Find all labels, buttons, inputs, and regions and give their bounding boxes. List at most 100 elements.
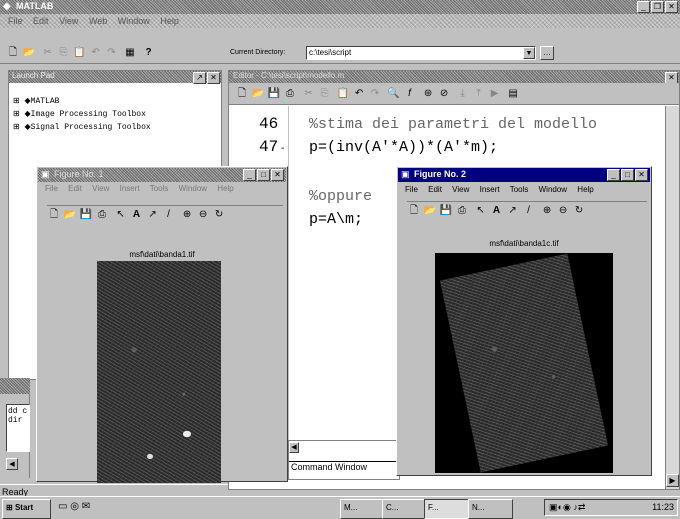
menu-tools[interactable]: Tools [150,184,169,193]
desktop-icon[interactable]: ▭ [58,501,67,512]
zoom-out-icon[interactable]: ⊖ [556,204,570,218]
menu-edit[interactable]: Edit [428,185,442,194]
browse-directory-button[interactable]: … [540,46,554,60]
insert-arrow-icon[interactable]: ↗ [146,208,160,222]
menu-file[interactable]: File [45,184,58,193]
redo-icon[interactable]: ↷ [105,46,119,60]
command-scroll-left-icon[interactable]: ◀ [289,442,299,453]
breakpoint-set-icon[interactable]: ⊛ [421,87,435,101]
open-file-icon[interactable]: 📂 [22,46,36,60]
close-icon[interactable]: ✕ [665,1,678,13]
maximize-icon[interactable]: □ [257,169,270,181]
taskbar-button-c[interactable]: C... [382,499,425,519]
function-icon[interactable]: f [403,87,417,101]
new-file-icon[interactable]: 🗋 [235,87,249,101]
breakpoint-clear-icon[interactable]: ⊘ [437,87,451,101]
menu-file[interactable]: File [405,185,418,194]
menu-tools[interactable]: Tools [510,185,529,194]
menu-edit[interactable]: Edit [33,16,49,26]
command-history-list[interactable]: dd c dir [6,404,30,452]
zoom-out-icon[interactable]: ⊖ [196,208,210,222]
stack-icon[interactable]: ▤ [506,87,520,101]
open-file-icon[interactable]: 📂 [423,204,437,218]
print-icon[interactable]: ⎙ [283,87,297,101]
menu-help[interactable]: Help [217,184,233,193]
paste-icon[interactable]: 📋 [336,87,350,101]
maximize-icon[interactable]: ❐ [651,1,664,13]
tray-icon[interactable]: ◉ [563,502,571,512]
close-icon[interactable]: ✕ [271,169,284,181]
menu-view[interactable]: View [92,184,109,193]
browser-icon[interactable]: ◎ [70,501,79,512]
undock-icon[interactable]: ↗ [193,72,206,84]
main-title-bar[interactable]: ◆ MATLAB _ ❐ ✕ [0,0,680,14]
copy-icon[interactable]: ⎘ [318,87,332,101]
current-directory-input[interactable]: c:\tesi\script ▼ [306,46,536,60]
paste-icon[interactable]: 📋 [73,46,87,60]
command-history-title-bar[interactable] [0,378,30,394]
zoom-in-icon[interactable]: ⊕ [180,208,194,222]
menu-help[interactable]: Help [577,185,593,194]
code-line[interactable]: p=A\m; [309,211,363,228]
directory-dropdown-icon[interactable]: ▼ [523,47,535,59]
continue-icon[interactable]: ▶ [488,87,502,101]
menu-view[interactable]: View [59,16,78,26]
minimize-icon[interactable]: _ [243,169,256,181]
find-icon[interactable]: 🔍 [387,87,401,101]
start-button[interactable]: ⊞ Start [2,499,51,519]
help-icon[interactable]: ? [142,46,156,60]
menu-window[interactable]: Window [179,184,207,193]
taskbar-button-figure[interactable]: F... [424,499,469,519]
figure1-title-bar[interactable]: ▣ Figure No. 1 _ □ ✕ [38,168,286,182]
rotate-icon[interactable]: ↻ [212,208,226,222]
menu-file[interactable]: File [8,16,23,26]
figure1-satellite-image[interactable] [97,261,221,483]
rotate-icon[interactable]: ↻ [572,204,586,218]
tray-icon[interactable]: ▣ [549,502,558,512]
step-out-icon[interactable]: ⤒ [472,87,486,101]
step-in-icon[interactable]: ⤓ [456,87,470,101]
new-figure-icon[interactable]: 🗋 [407,204,421,218]
figure2-title-bar[interactable]: ▣ Figure No. 2 _ □ ✕ [398,168,650,182]
save-icon[interactable]: 💾 [439,204,453,218]
zoom-in-icon[interactable]: ⊕ [540,204,554,218]
copy-icon[interactable]: ⎘ [57,46,71,60]
maximize-icon[interactable]: □ [621,169,634,181]
menu-window[interactable]: Window [539,185,567,194]
network-icon[interactable]: ⇄ [578,502,586,512]
launch-pad-title-bar[interactable]: Launch Pad ↗ ✕ [9,71,221,84]
minimize-icon[interactable]: _ [637,1,650,13]
code-line-comment[interactable]: %stima dei parametri del modello [309,116,597,133]
command-window-tab[interactable]: Command Window [289,461,397,475]
menu-insert[interactable]: Insert [480,185,500,194]
menu-insert[interactable]: Insert [120,184,140,193]
new-figure-icon[interactable]: 🗋 [47,208,61,222]
simulink-icon[interactable]: ▦ [123,46,137,60]
breakpoint-marker[interactable]: - [281,143,284,154]
taskbar-button-n[interactable]: N... [468,499,513,519]
insert-line-icon[interactable]: / [522,204,536,218]
scroll-down-icon[interactable]: ▶ [666,474,679,487]
open-file-icon[interactable]: 📂 [63,208,77,222]
menu-web[interactable]: Web [89,16,107,26]
cut-icon[interactable]: ✂ [302,87,316,101]
undo-icon[interactable]: ↶ [352,87,366,101]
print-icon[interactable]: ⎙ [95,208,109,222]
menu-view[interactable]: View [452,185,469,194]
cut-icon[interactable]: ✂ [41,46,55,60]
redo-icon[interactable]: ↷ [368,87,382,101]
insert-line-icon[interactable]: / [162,208,176,222]
undo-icon[interactable]: ↶ [89,46,103,60]
tree-item-signal-processing[interactable]: ⊞ ◆Signal Processing Toolbox [13,121,151,134]
menu-help[interactable]: Help [160,16,179,26]
mail-icon[interactable]: ✉ [82,501,90,512]
save-icon[interactable]: 💾 [267,87,281,101]
close-icon[interactable]: ✕ [207,72,220,84]
history-scroll-left-icon[interactable]: ◀ [6,458,18,470]
code-line[interactable]: p=(inv(A'*A))*(A'*m); [309,139,498,156]
new-file-icon[interactable]: 🗋 [6,46,20,60]
editor-vertical-scrollbar[interactable]: ▶ [665,106,679,489]
menu-edit[interactable]: Edit [68,184,82,193]
edit-plot-arrow-icon[interactable]: ↖ [474,204,488,218]
insert-text-icon[interactable]: A [490,204,504,218]
